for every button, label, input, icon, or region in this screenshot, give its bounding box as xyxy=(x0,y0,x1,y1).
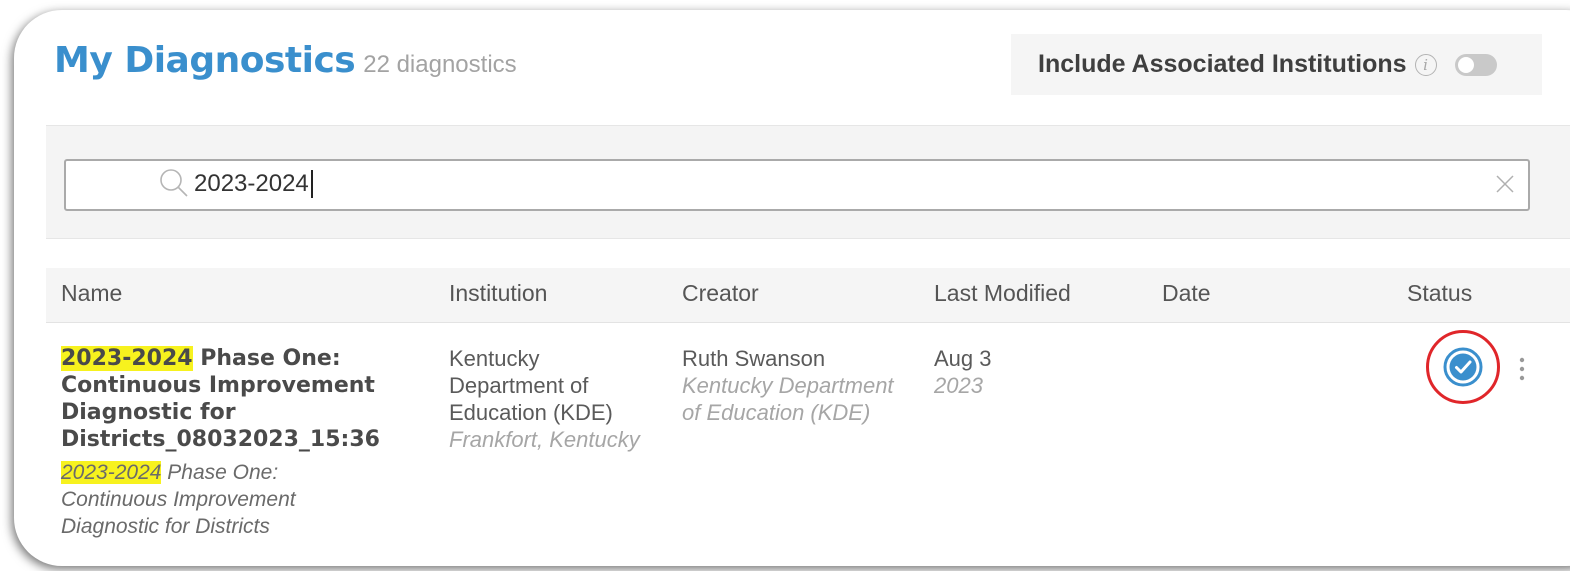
modified-year: 2023 xyxy=(934,373,983,398)
column-header-status[interactable]: Status xyxy=(1407,280,1472,307)
status-highlight-ring xyxy=(1426,330,1500,404)
diagnostics-count: 22 diagnostics xyxy=(363,51,517,78)
search-highlight: 2023-2024 xyxy=(61,346,193,371)
last-modified-cell: Aug 3 2023 xyxy=(934,345,1094,399)
title-row: My Diagnostics 22 diagnostics xyxy=(54,40,517,81)
column-header-last-modified[interactable]: Last Modified xyxy=(934,280,1071,307)
column-header-creator[interactable]: Creator xyxy=(682,280,759,307)
info-icon[interactable]: i xyxy=(1414,53,1437,76)
search-value: 2023-2024 xyxy=(194,170,313,198)
table-header: Name Institution Creator Last Modified D… xyxy=(46,268,1570,323)
search-icon xyxy=(160,169,188,197)
column-header-name[interactable]: Name xyxy=(61,280,122,307)
creator-org: Kentucky Department of Education (KDE) xyxy=(682,373,894,425)
institution-name: Kentucky Department of Education (KDE) xyxy=(449,346,613,425)
search-panel: 2023-2024 xyxy=(46,125,1570,239)
diagnostic-subtitle: 2023-2024 Phase One: Continuous Improvem… xyxy=(61,459,361,540)
associated-institutions-toggle[interactable] xyxy=(1454,53,1497,76)
search-input[interactable]: 2023-2024 xyxy=(64,159,1530,211)
creator-name: Ruth Swanson xyxy=(682,346,826,371)
associated-institutions-label: Include Associated Institutions xyxy=(1038,50,1407,78)
more-options-icon[interactable] xyxy=(1514,354,1530,386)
table-row[interactable]: 2023-2024 Phase One: Continuous Improvem… xyxy=(14,322,1570,566)
modified-date: Aug 3 xyxy=(934,346,992,371)
toggle-knob xyxy=(1457,56,1474,73)
column-header-institution[interactable]: Institution xyxy=(449,280,547,307)
creator-cell: Ruth Swanson Kentucky Department of Educ… xyxy=(682,345,907,426)
associated-institutions-control: Include Associated Institutions i xyxy=(1011,34,1542,95)
check-circle-icon[interactable] xyxy=(1443,347,1483,387)
institution-cell: Kentucky Department of Education (KDE) F… xyxy=(449,345,649,453)
close-icon[interactable] xyxy=(1494,173,1516,195)
diagnostics-card: My Diagnostics 22 diagnostics Include As… xyxy=(14,10,1570,566)
page-title: My Diagnostics xyxy=(54,40,356,81)
search-highlight: 2023-2024 xyxy=(61,461,162,484)
diagnostic-name[interactable]: 2023-2024 Phase One: Continuous Improvem… xyxy=(61,345,421,453)
column-header-date[interactable]: Date xyxy=(1162,280,1211,307)
institution-location: Frankfort, Kentucky xyxy=(449,427,640,452)
